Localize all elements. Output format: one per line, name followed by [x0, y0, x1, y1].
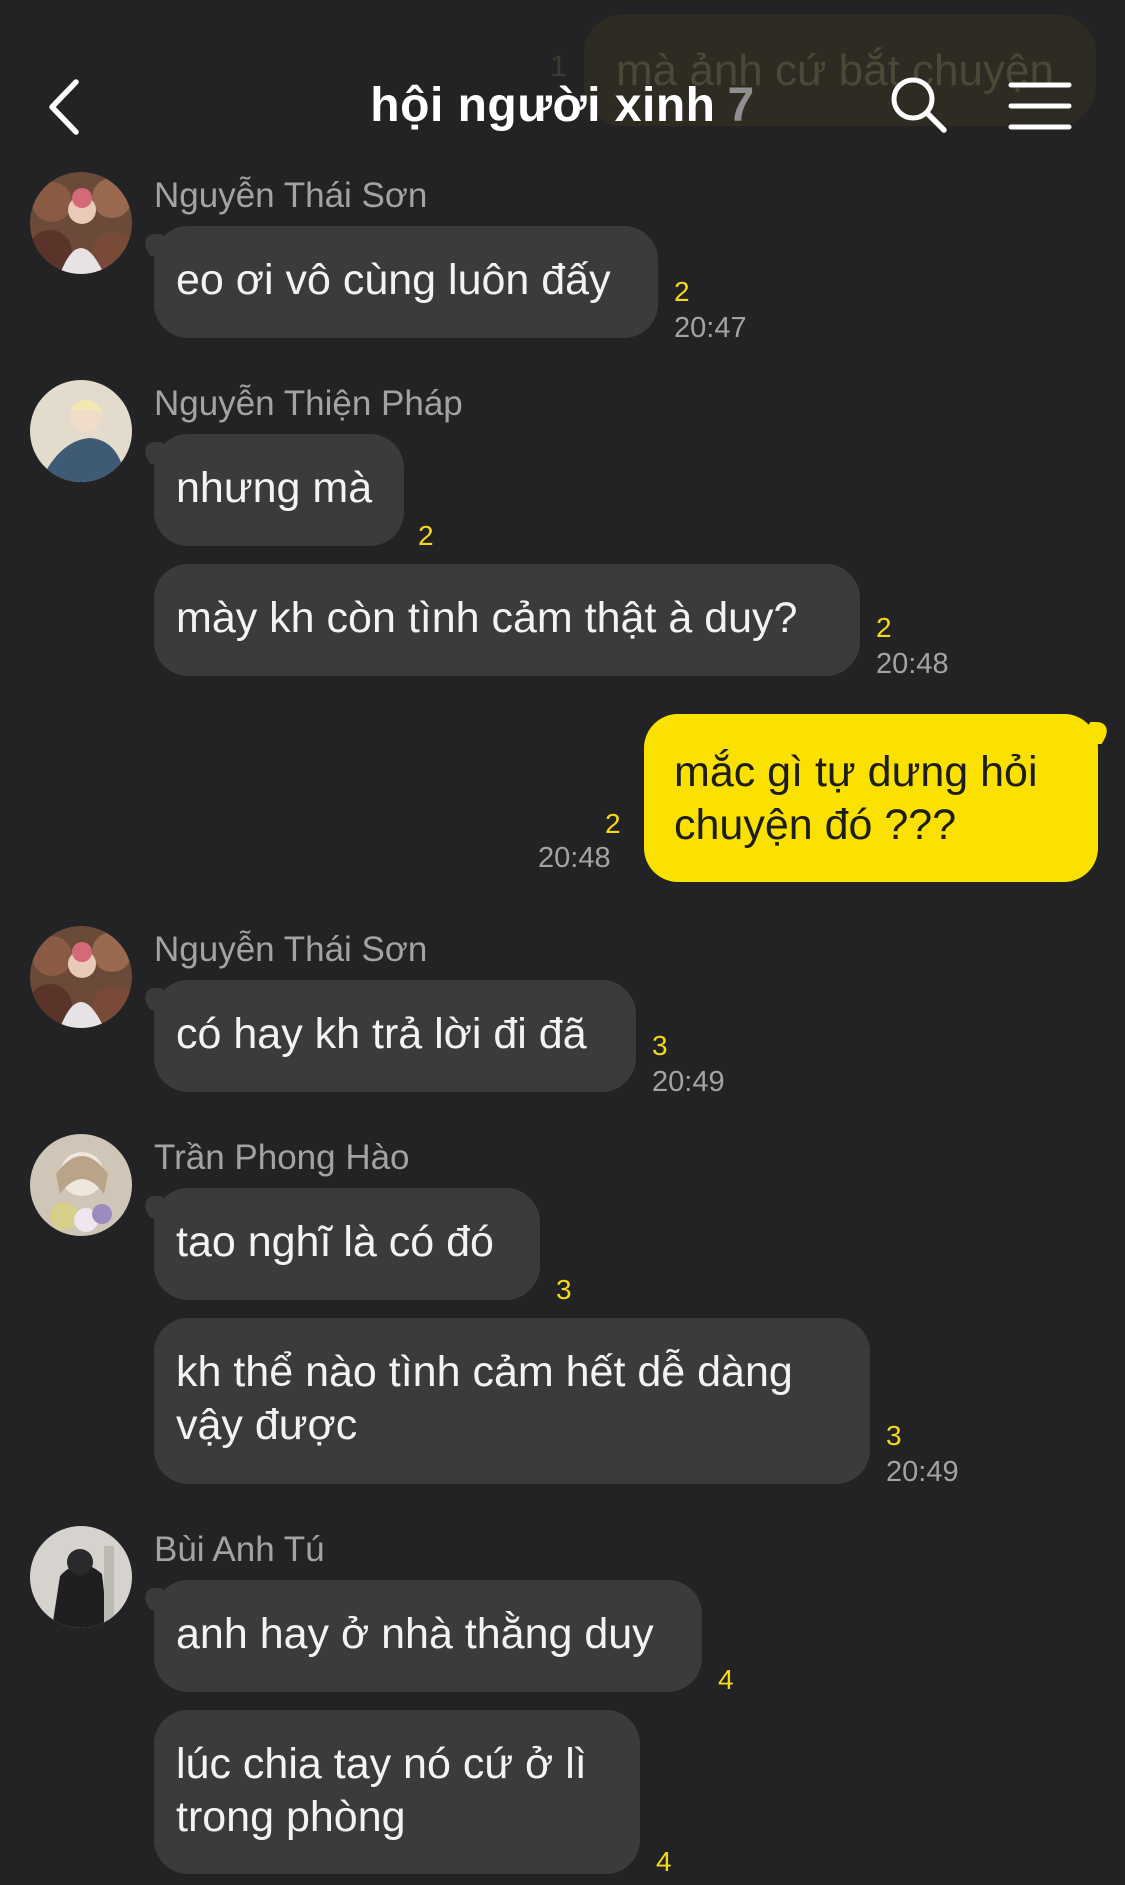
message-text-line: lúc chia tay nó cứ ở lì [176, 1740, 587, 1788]
message-text: có hay kh trả lời đi đã [176, 1010, 587, 1058]
unread-count: 2 [876, 612, 892, 643]
message-bubble[interactable]: có hay kh trả lời đi đã [154, 980, 636, 1092]
avatar[interactable] [30, 172, 132, 274]
unread-count: 2 [605, 808, 621, 839]
message-bubble[interactable]: eo ơi vô cùng luôn đấy [154, 226, 658, 338]
message-bubble[interactable]: kh thể nào tình cảm hết dễ dàng vậy được [154, 1318, 870, 1484]
my-message-bubble[interactable]: mắc gì tự dưng hỏi chuyện đó ??? [644, 714, 1098, 882]
unread-count: 3 [556, 1274, 572, 1305]
message-time: 20:49 [652, 1066, 725, 1098]
message-text: mày kh còn tình cảm thật à duy? [176, 594, 798, 642]
menu-button[interactable] [1008, 80, 1072, 132]
message-text: tao nghĩ là có đó [176, 1218, 494, 1266]
unread-count: 4 [656, 1846, 672, 1877]
avatar[interactable] [30, 1134, 132, 1236]
sender-name: Nguyễn Thiện Pháp [154, 384, 463, 423]
avatar[interactable] [30, 1526, 132, 1628]
message-bubble[interactable]: nhưng mà [154, 434, 404, 546]
message-text-line: vậy được [176, 1401, 358, 1449]
unread-count: 4 [718, 1664, 734, 1695]
chat-title: hội người xinh 7 [0, 78, 1125, 133]
message-text-line: trong phòng [176, 1793, 406, 1841]
chat-room-name: hội người xinh [370, 79, 716, 132]
message-text-line: kh thể nào tình cảm hết dễ dàng [176, 1348, 793, 1396]
sender-name: Nguyễn Thái Sơn [154, 930, 428, 969]
sender-name: Bùi Anh Tú [154, 1530, 325, 1569]
avatar-image [30, 380, 132, 482]
message-time: 20:48 [876, 648, 949, 680]
unread-count: 2 [418, 520, 434, 551]
hamburger-menu-icon [1008, 82, 1072, 130]
message-text-line: chuyện đó ??? [674, 801, 957, 849]
avatar-image [30, 172, 132, 274]
avatar-image [30, 926, 132, 1028]
unread-count: 3 [886, 1420, 902, 1451]
search-button[interactable] [888, 74, 950, 136]
message-text-line: mắc gì tự dưng hỏi [674, 748, 1038, 796]
avatar-image [30, 1526, 132, 1628]
unread-count: 2 [674, 276, 690, 307]
message-bubble[interactable]: tao nghĩ là có đó [154, 1188, 540, 1300]
message-bubble[interactable]: mày kh còn tình cảm thật à duy? [154, 564, 860, 676]
message-text: nhưng mà [176, 464, 373, 512]
message-text: anh hay ở nhà thằng duy [176, 1610, 654, 1658]
unread-count: 3 [652, 1030, 668, 1061]
member-count: 7 [727, 79, 755, 132]
avatar-image [30, 1134, 132, 1236]
message-text: eo ơi vô cùng luôn đấy [176, 256, 611, 304]
sender-name: Nguyễn Thái Sơn [154, 176, 428, 215]
message-bubble[interactable]: lúc chia tay nó cứ ở lì trong phòng [154, 1710, 640, 1874]
message-time: 20:47 [674, 312, 747, 344]
search-icon [891, 77, 947, 133]
message-time: 20:49 [886, 1456, 959, 1488]
message-bubble[interactable]: anh hay ở nhà thằng duy [154, 1580, 702, 1692]
avatar[interactable] [30, 380, 132, 482]
sender-name: Trần Phong Hào [154, 1138, 410, 1177]
avatar[interactable] [30, 926, 132, 1028]
message-time: 20:48 [538, 842, 611, 874]
